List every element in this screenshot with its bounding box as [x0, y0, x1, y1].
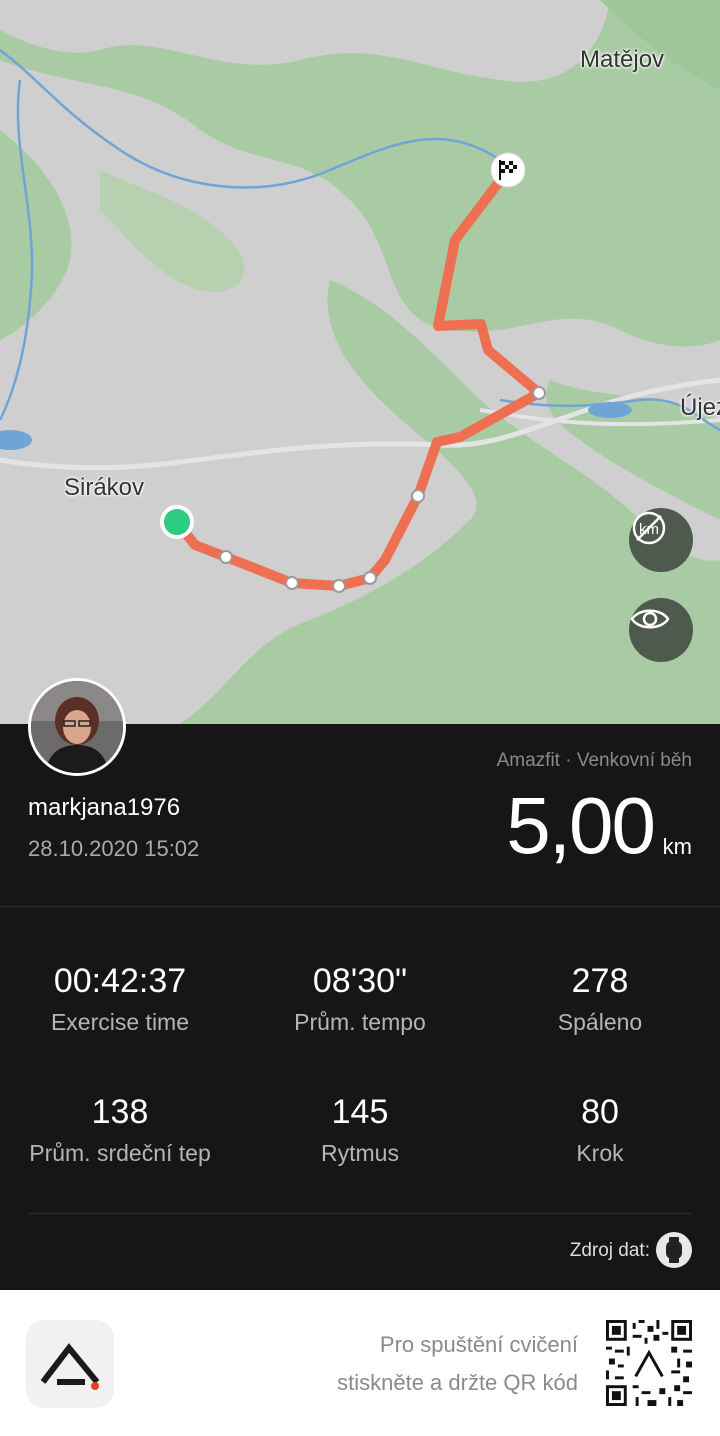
- stat-label: Exercise time: [50, 1009, 190, 1035]
- avatar[interactable]: [28, 678, 126, 776]
- username[interactable]: markjana1976: [28, 794, 180, 822]
- stat-stride: 80 Krok: [480, 1093, 720, 1167]
- data-source-button[interactable]: [656, 1232, 692, 1268]
- qr-hint-line2: stiskněte a držte QR kód: [337, 1370, 578, 1395]
- stat-label: Prům. tempo: [294, 1009, 426, 1035]
- divider: [0, 906, 720, 907]
- stat-label: Krok: [576, 1140, 624, 1166]
- share-footer: Pro spuštění cvičení stiskněte a držte Q…: [0, 1290, 720, 1436]
- qr-hint-line1: Pro spuštění cvičení: [379, 1332, 578, 1357]
- map-label-matejov: Matějov: [580, 46, 665, 73]
- stat-label: Spáleno: [557, 1009, 643, 1035]
- workout-datetime: 28.10.2020 15:02: [28, 836, 200, 861]
- eye-icon: [630, 609, 670, 629]
- stat-avg-heart-rate: 138 Prům. srdeční tep: [0, 1093, 240, 1167]
- stat-value: 00:42:37: [53, 962, 187, 1000]
- stat-value: 80: [581, 1093, 619, 1131]
- data-source-label: Zdroj dat:: [569, 1240, 650, 1261]
- stat-avg-pace: 08'30" Prům. tempo: [240, 962, 480, 1036]
- km-markers-off-icon: km: [632, 511, 666, 545]
- map-label-sirakov: Sirákov: [64, 474, 145, 501]
- qr-code-icon[interactable]: [606, 1320, 692, 1406]
- map-label-ujezd: Újez: [680, 394, 720, 421]
- stat-value: 278: [571, 962, 629, 1000]
- qr-hint: Pro spuštění cvičení stiskněte a držte Q…: [337, 1326, 578, 1402]
- workout-summary-panel: markjana1976 28.10.2020 15:02 Amazfit · …: [0, 724, 720, 1290]
- stat-value: 138: [91, 1093, 149, 1131]
- stat-value: 145: [331, 1093, 389, 1131]
- watch-icon: [666, 1237, 682, 1263]
- stat-value: 08'30": [312, 962, 408, 1000]
- distance-value: 5,00: [506, 781, 656, 870]
- distance-unit: km: [662, 834, 692, 859]
- stat-exercise-time: 00:42:37 Exercise time: [0, 962, 240, 1036]
- visibility-button[interactable]: [629, 598, 693, 662]
- stat-label: Prům. srdeční tep: [29, 1140, 211, 1166]
- km-markers-toggle-button[interactable]: km: [629, 508, 693, 572]
- route-map[interactable]: Matějov Sirákov Újez km: [0, 0, 720, 724]
- stat-cadence: 145 Rytmus: [240, 1093, 480, 1167]
- user-photo: [31, 681, 123, 773]
- app-logo-icon: [26, 1320, 114, 1408]
- map-canvas: [0, 0, 720, 724]
- divider: [28, 1213, 692, 1214]
- stat-label: Rytmus: [321, 1140, 399, 1166]
- device-activity-type: Amazfit · Venkovní běh: [496, 750, 692, 771]
- stat-calories: 278 Spáleno: [480, 962, 720, 1036]
